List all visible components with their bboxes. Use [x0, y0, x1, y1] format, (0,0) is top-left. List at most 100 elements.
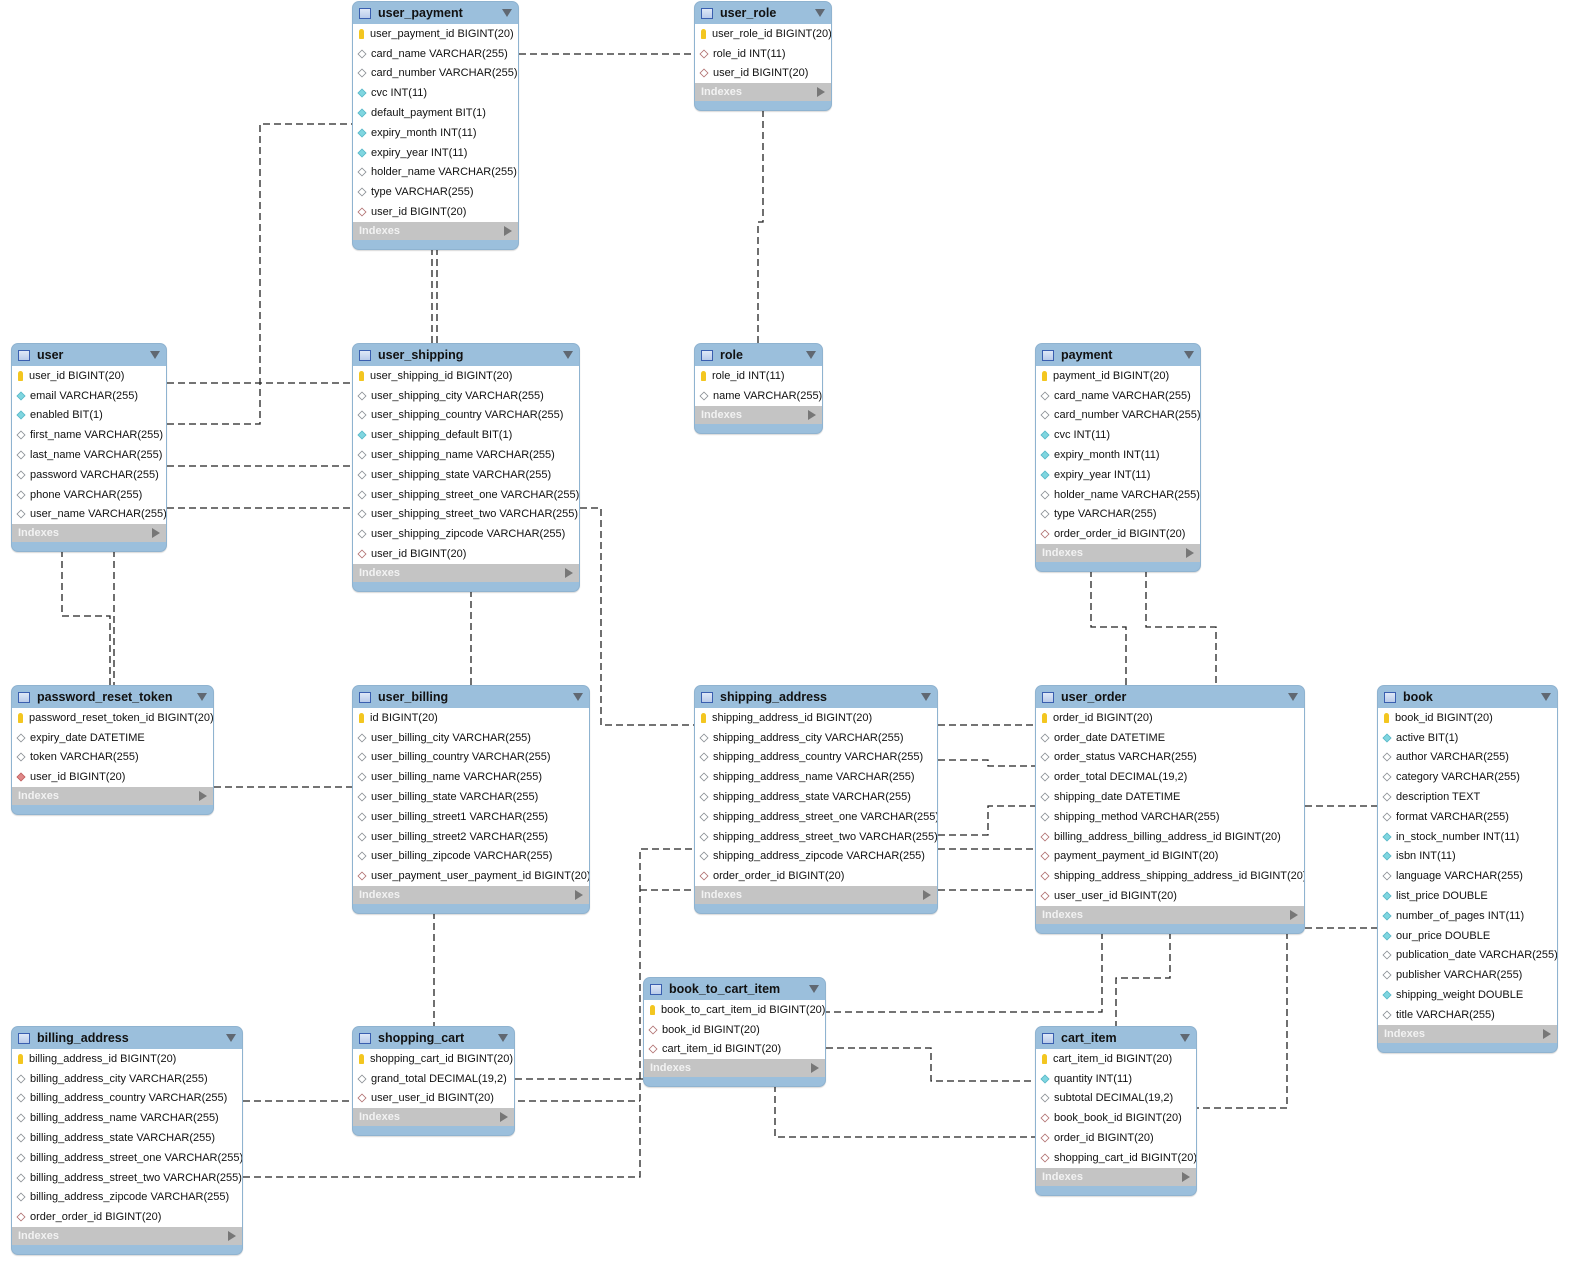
table-header[interactable]: role	[695, 344, 822, 366]
column-row[interactable]: id BIGINT(20)	[353, 708, 589, 728]
column-row[interactable]: user_billing_street2 VARCHAR(255)	[353, 827, 589, 847]
column-row[interactable]: shipping_address_city VARCHAR(255)	[695, 728, 937, 748]
column-row[interactable]: user_user_id BIGINT(20)	[353, 1089, 514, 1109]
table-header[interactable]: shopping_cart	[353, 1027, 514, 1049]
column-row[interactable]: expiry_month INT(11)	[353, 123, 518, 143]
table-header[interactable]: password_reset_token	[12, 686, 213, 708]
column-row[interactable]: expiry_month INT(11)	[1036, 445, 1200, 465]
column-row[interactable]: category VARCHAR(255)	[1378, 767, 1557, 787]
column-row[interactable]: role_id INT(11)	[695, 44, 831, 64]
table-cart-item[interactable]: cart_item cart_item_id BIGINT(20) quanti…	[1035, 1026, 1197, 1196]
column-row[interactable]: password_reset_token_id BIGINT(20)	[12, 708, 213, 728]
column-row[interactable]: number_of_pages INT(11)	[1378, 906, 1557, 926]
column-row[interactable]: user_id BIGINT(20)	[12, 767, 213, 787]
column-row[interactable]: subtotal DECIMAL(19,2)	[1036, 1089, 1196, 1109]
column-row[interactable]: publisher VARCHAR(255)	[1378, 965, 1557, 985]
collapse-arrow-icon[interactable]	[563, 351, 573, 359]
indexes-section[interactable]: Indexes	[353, 221, 518, 240]
indexes-section[interactable]: Indexes	[353, 886, 589, 905]
column-row[interactable]: user_billing_city VARCHAR(255)	[353, 728, 589, 748]
expand-arrow-icon[interactable]	[811, 1063, 819, 1074]
column-row[interactable]: user_id BIGINT(20)	[353, 544, 579, 564]
column-row[interactable]: user_shipping_id BIGINT(20)	[353, 366, 579, 386]
table-user[interactable]: user user_id BIGINT(20) email VARCHAR(25…	[11, 343, 167, 553]
column-row[interactable]: user_shipping_zipcode VARCHAR(255)	[353, 524, 579, 544]
table-header[interactable]: user_shipping	[353, 344, 579, 366]
table-user-payment[interactable]: user_payment user_payment_id BIGINT(20) …	[352, 1, 519, 250]
column-row[interactable]: billing_address_city VARCHAR(255)	[12, 1069, 242, 1089]
column-row[interactable]: list_price DOUBLE	[1378, 886, 1557, 906]
column-row[interactable]: user_id BIGINT(20)	[353, 202, 518, 222]
column-row[interactable]: shopping_cart_id BIGINT(20)	[1036, 1148, 1196, 1168]
column-row[interactable]: shipping_address_state VARCHAR(255)	[695, 787, 937, 807]
collapse-arrow-icon[interactable]	[150, 351, 160, 359]
column-row[interactable]: user_user_id BIGINT(20)	[1036, 886, 1304, 906]
column-row[interactable]: enabled BIT(1)	[12, 406, 166, 426]
indexes-section[interactable]: Indexes	[12, 1227, 242, 1246]
column-row[interactable]: shipping_weight DOUBLE	[1378, 985, 1557, 1005]
column-row[interactable]: payment_payment_id BIGINT(20)	[1036, 847, 1304, 867]
collapse-arrow-icon[interactable]	[1541, 693, 1551, 701]
column-row[interactable]: billing_address_name VARCHAR(255)	[12, 1108, 242, 1128]
column-row[interactable]: password VARCHAR(255)	[12, 465, 166, 485]
expand-arrow-icon[interactable]	[500, 1112, 508, 1123]
relationship-connector[interactable]	[826, 932, 1103, 1013]
column-row[interactable]: billing_address_street_one VARCHAR(255)	[12, 1148, 242, 1168]
column-row[interactable]: quantity INT(11)	[1036, 1069, 1196, 1089]
column-row[interactable]: card_name VARCHAR(255)	[353, 44, 518, 64]
indexes-section[interactable]: Indexes	[1036, 1167, 1196, 1186]
collapse-arrow-icon[interactable]	[921, 693, 931, 701]
expand-arrow-icon[interactable]	[1290, 909, 1298, 920]
column-row[interactable]: language VARCHAR(255)	[1378, 866, 1557, 886]
column-row[interactable]: token VARCHAR(255)	[12, 748, 213, 768]
table-user-role[interactable]: user_role user_role_id BIGINT(20) role_i…	[694, 1, 832, 112]
column-row[interactable]: shipping_date DATETIME	[1036, 787, 1304, 807]
expand-arrow-icon[interactable]	[504, 225, 512, 236]
table-header[interactable]: user_order	[1036, 686, 1304, 708]
column-row[interactable]: default_payment BIT(1)	[353, 103, 518, 123]
relationship-connector[interactable]	[1090, 570, 1127, 685]
column-row[interactable]: card_name VARCHAR(255)	[1036, 386, 1200, 406]
collapse-arrow-icon[interactable]	[815, 9, 825, 17]
column-row[interactable]: shipping_address_id BIGINT(20)	[695, 708, 937, 728]
collapse-arrow-icon[interactable]	[573, 693, 583, 701]
table-user-order[interactable]: user_order order_id BIGINT(20) order_dat…	[1035, 685, 1305, 934]
column-row[interactable]: expiry_year INT(11)	[353, 143, 518, 163]
expand-arrow-icon[interactable]	[817, 87, 825, 98]
column-row[interactable]: billing_address_zipcode VARCHAR(255)	[12, 1188, 242, 1208]
column-row[interactable]: isbn INT(11)	[1378, 847, 1557, 867]
table-header[interactable]: user_role	[695, 2, 831, 24]
column-row[interactable]: card_number VARCHAR(255)	[353, 64, 518, 84]
expand-arrow-icon[interactable]	[199, 791, 207, 802]
relationship-connector[interactable]	[1115, 932, 1171, 1026]
column-row[interactable]: billing_address_street_two VARCHAR(255)	[12, 1168, 242, 1188]
column-row[interactable]: type VARCHAR(255)	[353, 182, 518, 202]
column-row[interactable]: user_payment_user_payment_id BIGINT(20)	[353, 866, 589, 886]
column-row[interactable]: grand_total DECIMAL(19,2)	[353, 1069, 514, 1089]
column-row[interactable]: in_stock_number INT(11)	[1378, 827, 1557, 847]
collapse-arrow-icon[interactable]	[502, 9, 512, 17]
column-row[interactable]: phone VARCHAR(255)	[12, 485, 166, 505]
table-role[interactable]: role role_id INT(11) name VARCHAR(255) I…	[694, 343, 823, 434]
table-book[interactable]: book book_id BIGINT(20) active BIT(1) au…	[1377, 685, 1558, 1053]
column-row[interactable]: role_id INT(11)	[695, 366, 822, 386]
column-row[interactable]: user_name VARCHAR(255)	[12, 505, 166, 525]
column-row[interactable]: author VARCHAR(255)	[1378, 748, 1557, 768]
collapse-arrow-icon[interactable]	[1184, 351, 1194, 359]
column-row[interactable]: cart_item_id BIGINT(20)	[1036, 1049, 1196, 1069]
table-header[interactable]: shipping_address	[695, 686, 937, 708]
column-row[interactable]: cvc INT(11)	[1036, 425, 1200, 445]
table-header[interactable]: book_to_cart_item	[644, 978, 825, 1000]
column-row[interactable]: last_name VARCHAR(255)	[12, 445, 166, 465]
indexes-section[interactable]: Indexes	[353, 563, 579, 582]
column-row[interactable]: book_to_cart_item_id BIGINT(20)	[644, 1000, 825, 1020]
column-row[interactable]: title VARCHAR(255)	[1378, 1005, 1557, 1025]
column-row[interactable]: user_shipping_country VARCHAR(255)	[353, 406, 579, 426]
column-row[interactable]: order_order_id BIGINT(20)	[12, 1207, 242, 1227]
indexes-section[interactable]: Indexes	[1036, 905, 1304, 924]
relationship-connector[interactable]	[938, 759, 1035, 767]
column-row[interactable]: billing_address_state VARCHAR(255)	[12, 1128, 242, 1148]
column-row[interactable]: format VARCHAR(255)	[1378, 807, 1557, 827]
relationship-connector[interactable]	[938, 805, 1035, 836]
column-row[interactable]: user_billing_zipcode VARCHAR(255)	[353, 847, 589, 867]
